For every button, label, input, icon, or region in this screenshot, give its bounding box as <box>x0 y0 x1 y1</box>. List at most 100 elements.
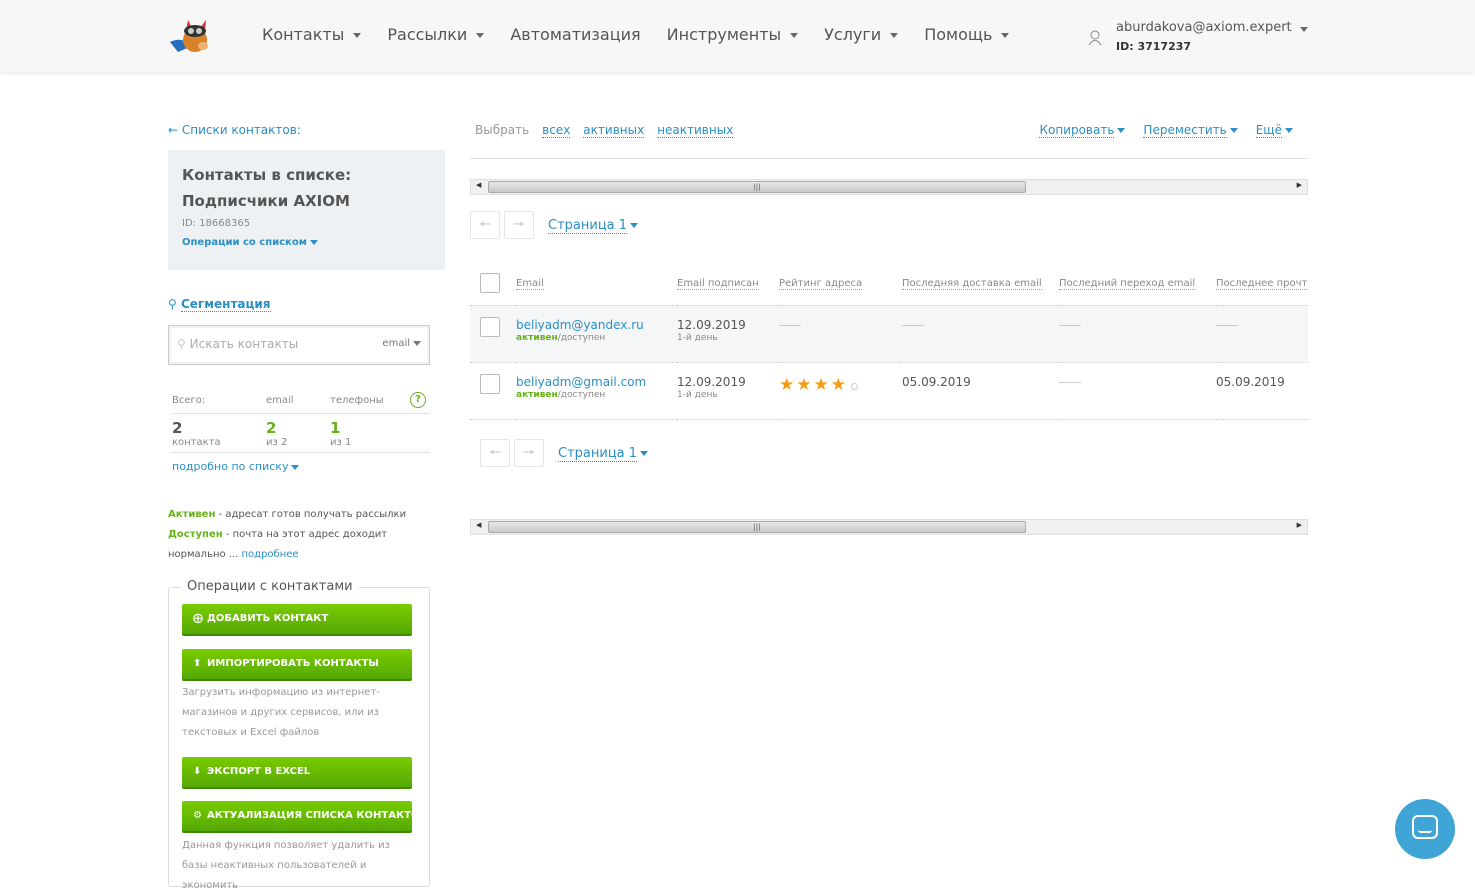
list-operations-dropdown[interactable]: Операции со списком <box>182 237 431 248</box>
next-page-button[interactable]: 🠖 <box>504 211 534 239</box>
actualize-list-button[interactable]: ⚙ АКТУАЛИЗАЦИЯ СПИСКА КОНТАКТОВ <box>182 801 427 833</box>
contact-email-link[interactable]: beliyadm@yandex.ru <box>516 318 644 332</box>
export-excel-button[interactable]: ⬇ ЭКСПОРТ В EXCEL <box>182 757 412 789</box>
add-contact-button[interactable]: ⨁ ДОБАВИТЬ КОНТАКТ <box>182 604 412 636</box>
column-header[interactable]: Рейтинг адреса <box>779 262 902 306</box>
contact-search-input[interactable]: ⚲ Искать контакты email <box>168 325 430 365</box>
list-id: ID: 18668365 <box>182 218 251 229</box>
list-details-label: подробно по списку <box>172 460 289 473</box>
segmentation-label: Сегментация <box>180 297 271 312</box>
user-email[interactable]: aburdakova@axiom.expert <box>1116 20 1292 35</box>
select-all-checkbox[interactable] <box>480 273 500 294</box>
column-header-label: Рейтинг адреса <box>779 277 863 290</box>
contact-operations-title: Операции с контактами <box>181 579 359 594</box>
chevron-down-icon <box>890 33 899 38</box>
chevron-down-icon <box>1001 33 1010 38</box>
pagination-bottom: 🠔 🠖 Страница 1 <box>480 439 649 467</box>
scroll-left-icon[interactable]: ◀ <box>476 181 481 189</box>
scroll-thumb[interactable]: ||| <box>488 521 1026 533</box>
column-header[interactable]: Email подписан <box>677 262 779 306</box>
select-label: Выбрать <box>475 123 530 137</box>
nav-item-3[interactable]: Инструменты <box>667 25 799 44</box>
prev-page-button[interactable]: 🠔 <box>480 439 510 467</box>
back-to-lists-link[interactable]: ← Списки контактов: <box>168 123 301 137</box>
column-header[interactable]: Последнее прочтение <box>1216 262 1308 306</box>
legend-available: Доступен <box>168 529 223 540</box>
empty-value <box>1216 324 1238 326</box>
nav-item-label: Контакты <box>262 25 345 44</box>
more-dropdown[interactable]: Ещё <box>1255 123 1293 138</box>
nav-item-0[interactable]: Контакты <box>262 25 362 44</box>
select-inactive-link[interactable]: неактивных <box>657 123 734 138</box>
column-header-label: Email <box>516 277 544 290</box>
scroll-right-icon[interactable]: ▶ <box>1297 521 1302 529</box>
user-id: ID: 3717237 <box>1116 40 1192 53</box>
help-icon[interactable]: ? <box>410 392 426 408</box>
chevron-down-icon <box>309 239 318 245</box>
segmentation-link[interactable]: ⚲ Сегментация <box>168 297 271 312</box>
nav-item-2[interactable]: Автоматизация <box>510 25 640 44</box>
contact-email-link[interactable]: beliyadm@gmail.com <box>516 375 646 389</box>
address-rating: ★ ★ ★ ★ <box>779 362 902 420</box>
nav-item-label: Рассылки <box>387 25 468 44</box>
select-all-link[interactable]: всех <box>542 123 571 138</box>
list-details-dropdown[interactable]: подробно по списку <box>172 460 429 473</box>
empty-value <box>1059 324 1081 326</box>
move-dropdown[interactable]: Переместить <box>1143 123 1238 138</box>
star-filled-icon: ★ <box>830 374 846 395</box>
more-info-link[interactable]: подробнее <box>242 549 299 560</box>
import-contacts-label: ИМПОРТИРОВАТЬ КОНТАКТЫ <box>207 658 379 669</box>
stats-email-sub: из 2 <box>266 437 288 448</box>
copy-dropdown[interactable]: Копировать <box>1039 123 1126 138</box>
status-available: /доступен <box>557 389 606 400</box>
contacts-table: Email Email подписан Рейтинг адреса Последн… <box>470 262 1308 420</box>
import-contacts-button[interactable]: ⬆ ИМПОРТИРОВАТЬ КОНТАКТЫ <box>182 649 412 681</box>
chevron-down-icon <box>1285 128 1293 133</box>
subscribed-date: 12.09.2019 <box>677 317 746 332</box>
nav-item-5[interactable]: Помощь <box>924 25 1010 44</box>
main-nav: Контакты Рассылки Автоматизация Инструменты… <box>262 25 1010 44</box>
nav-item-label: Помощь <box>924 25 993 44</box>
contact-operations: Операции с контактами ⨁ ДОБАВИТЬ КОНТАКТ … <box>168 579 430 891</box>
page-select[interactable]: Страница 1 <box>548 217 639 234</box>
table-row[interactable]: beliyadm@gmail.com активен/доступен 12.09… <box>470 362 1308 420</box>
chevron-down-icon <box>790 33 799 38</box>
empty-value <box>1059 381 1081 383</box>
page-select[interactable]: Страница 1 <box>558 445 649 462</box>
scroll-thumb[interactable]: ||| <box>488 181 1026 193</box>
chevron-down-icon <box>1117 128 1126 133</box>
stats-phones-sub: из 1 <box>330 437 352 448</box>
select-active-link[interactable]: активных <box>583 123 645 138</box>
row-checkbox[interactable] <box>480 373 500 394</box>
legend-active: Активен <box>168 509 216 520</box>
list-operations-label: Операции со списком <box>182 237 307 248</box>
nav-item-1[interactable]: Рассылки <box>387 25 485 44</box>
chat-widget-button[interactable] <box>1395 799 1455 859</box>
search-placeholder: Искать контакты <box>189 337 299 351</box>
horizontal-scrollbar[interactable]: ◀ ||| ▶ <box>470 519 1308 535</box>
prev-page-button[interactable]: 🠔 <box>470 211 500 239</box>
page-label: Страница 1 <box>558 445 638 462</box>
legend-active-text: - адресат готов получать рассылки <box>215 509 407 520</box>
export-excel-label: ЭКСПОРТ В EXCEL <box>207 766 311 777</box>
last-read: 05.09.2019 <box>1216 374 1285 389</box>
scroll-left-icon[interactable]: ◀ <box>476 521 481 529</box>
chevron-down-icon <box>476 33 485 38</box>
column-header[interactable]: Email <box>516 262 677 306</box>
next-page-button[interactable]: 🠖 <box>514 439 544 467</box>
column-header[interactable]: Последний переход email <box>1059 262 1216 306</box>
nav-item-label: Автоматизация <box>510 25 641 44</box>
table-row[interactable]: beliyadm@yandex.ru активен/доступен 12.09… <box>470 305 1308 363</box>
horizontal-scrollbar[interactable]: ◀ ||| ▶ <box>470 179 1308 195</box>
search-field-select[interactable]: email <box>382 338 421 349</box>
logo[interactable] <box>168 16 212 56</box>
nav-item-4[interactable]: Услуги <box>824 25 899 44</box>
row-checkbox[interactable] <box>480 316 500 337</box>
scroll-right-icon[interactable]: ▶ <box>1297 181 1302 189</box>
chevron-down-icon[interactable] <box>1300 27 1308 32</box>
status-active: активен <box>516 389 558 400</box>
chevron-down-icon <box>413 340 421 346</box>
status-active: активен <box>516 332 558 343</box>
gears-icon: ⚙ <box>193 810 202 821</box>
column-header[interactable]: Последняя доставка email <box>902 262 1059 306</box>
